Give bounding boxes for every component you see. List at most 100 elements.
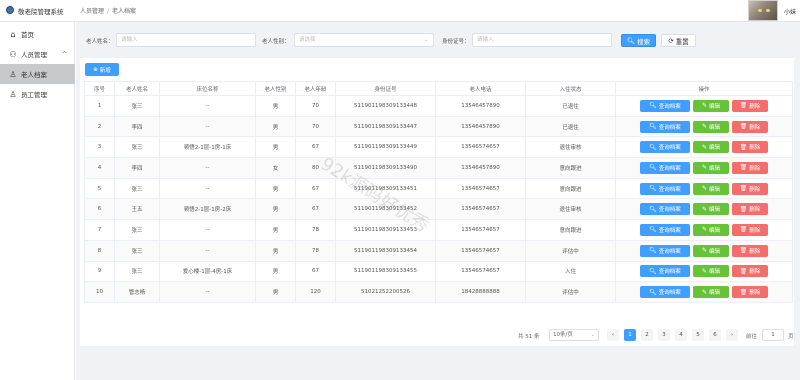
edit-button[interactable]: ✎ 编辑 xyxy=(693,223,729,236)
bed-name-cell: -- xyxy=(159,219,256,241)
row-actions: 🔍︎ 查询档案 ✎ 编辑 🗑︎ 删除 xyxy=(617,99,792,112)
id-number-cell: 511901198309133453 xyxy=(335,219,436,241)
elder-name-input[interactable]: 请输入 xyxy=(116,33,256,47)
elder-gender-select[interactable]: 请选择 ⌄ xyxy=(294,33,434,47)
row-number-cell: 2 xyxy=(84,115,115,138)
user-name[interactable]: 小妹 xyxy=(784,7,796,16)
avatar[interactable] xyxy=(748,0,778,21)
edit-button[interactable]: ✎ 编辑 xyxy=(693,265,729,278)
page-button-1[interactable]: 1 xyxy=(624,329,636,341)
elder-gender-label: 老人性别： xyxy=(262,39,290,45)
table-row: 10 管志杨 -- 男 120 51021252200526 18428888888 评估中 🔍… xyxy=(84,281,793,303)
sidebar-item-personnel[interactable]: ⚇ 人员管理 ^ xyxy=(0,44,75,64)
elder-name-cell: 张三 xyxy=(114,136,160,159)
users-icon: ⚇ xyxy=(9,49,17,59)
trash-icon: 🗑︎ xyxy=(739,143,748,151)
id-number-input[interactable]: 请输入 xyxy=(472,33,612,47)
delete-button[interactable]: 🗑︎ 删除 xyxy=(732,286,768,299)
delete-label: 删除 xyxy=(749,165,761,172)
edit-label: 编辑 xyxy=(709,207,721,214)
plus-icon: ⊕ xyxy=(93,66,98,73)
next-page-button[interactable]: › xyxy=(726,329,738,341)
edit-button[interactable]: ✎ 编辑 xyxy=(693,141,729,154)
delete-button[interactable]: 🗑︎ 删除 xyxy=(732,244,768,257)
query-archive-button[interactable]: 🔍︎ 查询档案 xyxy=(640,286,690,299)
phone-cell: 13546457890 xyxy=(435,115,526,138)
page-button-3[interactable]: 3 xyxy=(658,329,670,341)
edit-button[interactable]: ✎ 编辑 xyxy=(693,99,729,112)
table-row: 5 张三 -- 男 67 511901198309133451 13546574657 意向跟… xyxy=(84,177,793,200)
sidebar-item-staff[interactable]: ♙ 员工管理 xyxy=(0,84,75,104)
phone-cell: 18428888888 xyxy=(435,281,526,303)
app-title: 敬老院管理系统 xyxy=(18,8,64,16)
sidebar: ⌂ 首页 ⚇ 人员管理 ^ ♙ 老人档案 ♙ 员工管理 xyxy=(0,22,75,380)
search-button[interactable]: 🔍︎ 搜索 xyxy=(621,34,656,47)
delete-button[interactable]: 🗑︎ 删除 xyxy=(732,223,768,236)
delete-button[interactable]: 🗑︎ 删除 xyxy=(732,203,768,216)
age-cell: 78 xyxy=(295,219,336,241)
edit-button[interactable]: ✎ 编辑 xyxy=(693,161,729,174)
edit-label: 编辑 xyxy=(709,103,721,110)
query-archive-button[interactable]: 🔍︎ 查询档案 xyxy=(640,182,690,195)
table-row: 6 王五 顿悟2-1层-1房-2床男 67 511901198309133452 1354… xyxy=(84,198,793,221)
gender-cell: 男 xyxy=(255,281,296,303)
delete-button[interactable]: 🗑︎ 删除 xyxy=(732,265,768,278)
query-archive-button[interactable]: 🔍︎ 查询档案 xyxy=(640,223,690,236)
query-archive-button[interactable]: 🔍︎ 查询档案 xyxy=(640,120,690,133)
row-number-cell: 9 xyxy=(84,260,115,283)
delete-button[interactable]: 🗑︎ 删除 xyxy=(732,141,768,154)
total-count: 共 51 条 xyxy=(518,334,540,340)
gender-select-placeholder: 请选择 xyxy=(299,37,316,43)
sidebar-item-label: 老人档案 xyxy=(21,71,47,79)
id-number-cell: 511901198309133490 xyxy=(335,157,436,179)
edit-button[interactable]: ✎ 编辑 xyxy=(693,244,729,257)
goto-page-input[interactable]: 1 xyxy=(762,329,784,341)
prev-page-button[interactable]: ‹ xyxy=(607,329,619,341)
page-button-5[interactable]: 5 xyxy=(692,329,704,341)
table-row: 1 张三 -- 男 70 511901198309133448 13546457890 已退住… xyxy=(84,95,793,117)
chevron-up-icon: ^ xyxy=(61,50,67,58)
reset-button[interactable]: ⟳ 重置 xyxy=(661,34,696,47)
page-button-4[interactable]: 4 xyxy=(675,329,687,341)
sidebar-item-elder-archive[interactable]: ♙ 老人档案 xyxy=(0,64,75,84)
delete-button[interactable]: 🗑︎ 删除 xyxy=(732,161,768,174)
edit-button[interactable]: ✎ 编辑 xyxy=(693,182,729,195)
delete-label: 删除 xyxy=(749,248,761,255)
query-archive-label: 查询档案 xyxy=(658,165,681,172)
status-cell: 已退住 xyxy=(525,115,616,138)
pagination: 共 51 条 10条/页 ⌄ ‹ 1 2 3 4 5 6 › 前往 1 页 xyxy=(80,328,794,342)
table-row: 8 张三 -- 男 78 511901198309133454 13546574657 评估中… xyxy=(84,239,793,262)
edit-button[interactable]: ✎ 编辑 xyxy=(693,203,729,216)
query-archive-button[interactable]: 🔍︎ 查询档案 xyxy=(640,99,690,112)
trash-icon: 🗑︎ xyxy=(739,247,748,255)
search-icon: 🔍︎ xyxy=(649,247,657,255)
edit-button[interactable]: ✎ 编辑 xyxy=(693,120,729,133)
edit-icon: ✎ xyxy=(701,267,707,275)
add-button[interactable]: ⊕ 新增 xyxy=(85,63,119,76)
page-size-select[interactable]: 10条/页 ⌄ xyxy=(549,329,599,341)
add-button-label: 新增 xyxy=(99,67,111,74)
sidebar-item-home[interactable]: ⌂ 首页 xyxy=(0,24,75,44)
breadcrumb-item-personnel[interactable]: 人员管理 xyxy=(80,8,104,15)
query-archive-button[interactable]: 🔍︎ 查询档案 xyxy=(640,141,690,154)
avatar-eye xyxy=(766,9,770,12)
delete-button[interactable]: 🗑︎ 删除 xyxy=(732,120,768,133)
query-archive-button[interactable]: 🔍︎ 查询档案 xyxy=(640,244,690,257)
age-cell: 70 xyxy=(295,95,336,117)
app-logo-icon xyxy=(6,6,14,14)
table-row: 4 李四 -- 女 80 511901198309133490 13546457890 意向跟… xyxy=(84,157,793,179)
column-header: 操作 xyxy=(615,81,793,96)
page-button-2[interactable]: 2 xyxy=(641,329,653,341)
query-archive-button[interactable]: 🔍︎ 查询档案 xyxy=(640,161,690,174)
page-button-6[interactable]: 6 xyxy=(709,329,721,341)
age-cell: 67 xyxy=(295,177,336,200)
actions-cell: 🔍︎ 查询档案 ✎ 编辑 🗑︎ 删除 xyxy=(615,95,793,117)
query-archive-button[interactable]: 🔍︎ 查询档案 xyxy=(640,265,690,278)
phone-cell: 13546457890 xyxy=(435,157,526,179)
delete-button[interactable]: 🗑︎ 删除 xyxy=(732,99,768,112)
edit-label: 编辑 xyxy=(709,165,721,172)
edit-button[interactable]: ✎ 编辑 xyxy=(693,286,729,299)
query-archive-button[interactable]: 🔍︎ 查询档案 xyxy=(640,203,690,216)
bed-name-cell: -- xyxy=(159,115,256,138)
delete-button[interactable]: 🗑︎ 删除 xyxy=(732,182,768,195)
